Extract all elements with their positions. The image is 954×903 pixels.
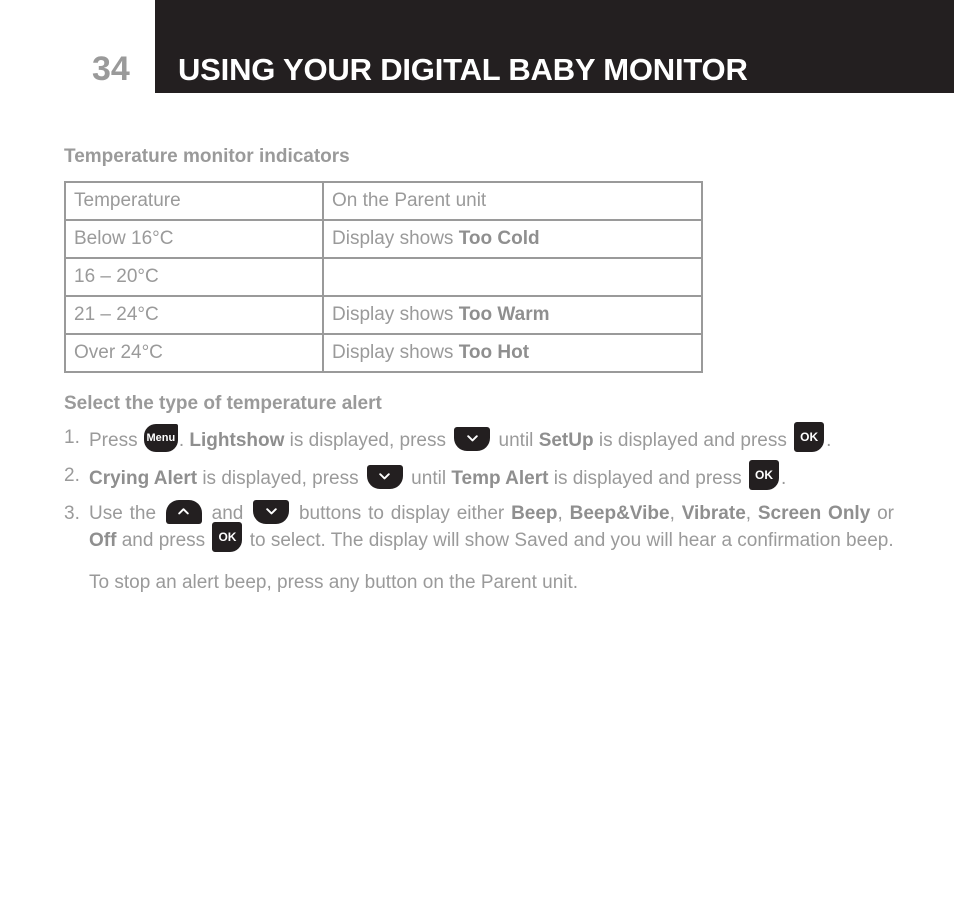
table-row: 21 – 24°C Display shows Too Warm [64, 295, 703, 335]
step-emphasis: SetUp [538, 430, 594, 452]
step-text: is displayed, press [284, 430, 452, 452]
step-text: is displayed and press [593, 430, 793, 452]
step-text: , [669, 503, 682, 525]
chevron-down-icon[interactable] [366, 465, 403, 489]
step-text: and [204, 503, 251, 525]
chevron-down-glyph [467, 433, 478, 444]
step-emphasis: Temp Alert [451, 468, 549, 490]
step-text: until [405, 468, 452, 490]
list-item: 2. Crying Alert is displayed, press until… [64, 460, 894, 494]
step-number: 3. [64, 503, 80, 524]
chevron-down-glyph [265, 506, 277, 517]
instruction-steps-list: 1. Press Menu. Lightshow is displayed, pr… [64, 422, 894, 564]
list-item: 1. Press Menu. Lightshow is displayed, pr… [64, 422, 894, 456]
cell-parent-unit: Display shows Too Cold [322, 219, 703, 259]
page-header: 34 USING YOUR DIGITAL BABY MONITOR [0, 0, 954, 93]
step-text: . [781, 468, 787, 490]
cell-parent-unit [322, 257, 703, 297]
step-number: 1. [64, 427, 80, 448]
step-emphasis: Beep [511, 503, 558, 525]
list-item: 3. Use the and buttons to display either … [64, 500, 894, 556]
step-text: . [178, 430, 190, 452]
step-number: 2. [64, 465, 80, 486]
cell-prefix: Display shows [332, 342, 459, 363]
cell-temperature: 16 – 20°C [64, 257, 324, 297]
step-emphasis: Crying Alert [89, 468, 198, 490]
cell-temperature: 21 – 24°C [64, 295, 324, 335]
cell-parent-unit: Display shows Too Hot [322, 333, 703, 373]
step-text: and press [116, 530, 211, 552]
chevron-down-icon[interactable] [454, 427, 491, 451]
cell-parent-unit: Display shows Too Warm [322, 295, 703, 335]
step-emphasis: Beep&Vibe [569, 503, 670, 525]
cell-status: Too Warm [458, 304, 550, 325]
step-text: until [493, 430, 539, 452]
menu-button-icon[interactable]: Menu [143, 424, 178, 452]
table-row: 16 – 20°C [64, 257, 703, 297]
cell-prefix: Display shows [332, 228, 459, 249]
page-number: 34 [92, 50, 130, 88]
step-text: Press [89, 430, 143, 452]
step-text: . [826, 430, 832, 452]
chevron-up-glyph [178, 506, 190, 517]
ok-button-label: OK [218, 530, 237, 544]
table-row: Over 24°C Display shows Too Hot [64, 333, 703, 373]
cell-prefix: Display shows [332, 304, 459, 325]
ok-button-label: OK [800, 430, 819, 444]
cell-status: Too Cold [458, 228, 540, 249]
step-emphasis: Screen Only [757, 503, 871, 525]
step-emphasis: Vibrate [681, 503, 746, 525]
table-header-row: Temperature On the Parent unit [64, 181, 703, 221]
cell-temperature: Over 24°C [64, 333, 324, 373]
cell-status: Too Hot [458, 342, 530, 363]
alert-stop-note: To stop an alert beep, press any button … [89, 572, 579, 593]
cell-temperature: Below 16°C [64, 219, 324, 259]
column-header-parent-unit: On the Parent unit [322, 181, 703, 221]
step-text: buttons to display either [292, 503, 512, 525]
step-text: is displayed and press [548, 468, 748, 490]
section-heading-temperature-indicators: Temperature monitor indicators [64, 146, 350, 167]
table-row: Below 16°C Display shows Too Cold [64, 219, 703, 259]
ok-button-icon[interactable]: OK [794, 422, 825, 452]
step-emphasis: Lightshow [189, 430, 285, 452]
page-title: USING YOUR DIGITAL BABY MONITOR [178, 52, 748, 87]
chevron-down-icon[interactable] [253, 500, 290, 524]
menu-button-label: Menu [146, 432, 176, 444]
section-heading-temperature-alert: Select the type of temperature alert [64, 393, 382, 414]
step-text: or [870, 503, 894, 525]
ok-button-label: OK [755, 468, 774, 482]
step-text: , [745, 503, 758, 525]
ok-button-icon[interactable]: OK [749, 460, 780, 490]
ok-button-icon[interactable]: OK [212, 522, 243, 552]
step-text: to select. The display will show Saved a… [244, 530, 894, 552]
step-text: is displayed, press [197, 468, 364, 490]
temperature-indicators-table: Temperature On the Parent unit Below 16°… [64, 181, 703, 373]
chevron-down-glyph [379, 471, 391, 482]
step-emphasis: Off [89, 530, 117, 552]
step-text: , [557, 503, 570, 525]
column-header-temperature: Temperature [64, 181, 324, 221]
chevron-up-icon[interactable] [165, 500, 202, 524]
step-text: Use the [89, 503, 163, 525]
